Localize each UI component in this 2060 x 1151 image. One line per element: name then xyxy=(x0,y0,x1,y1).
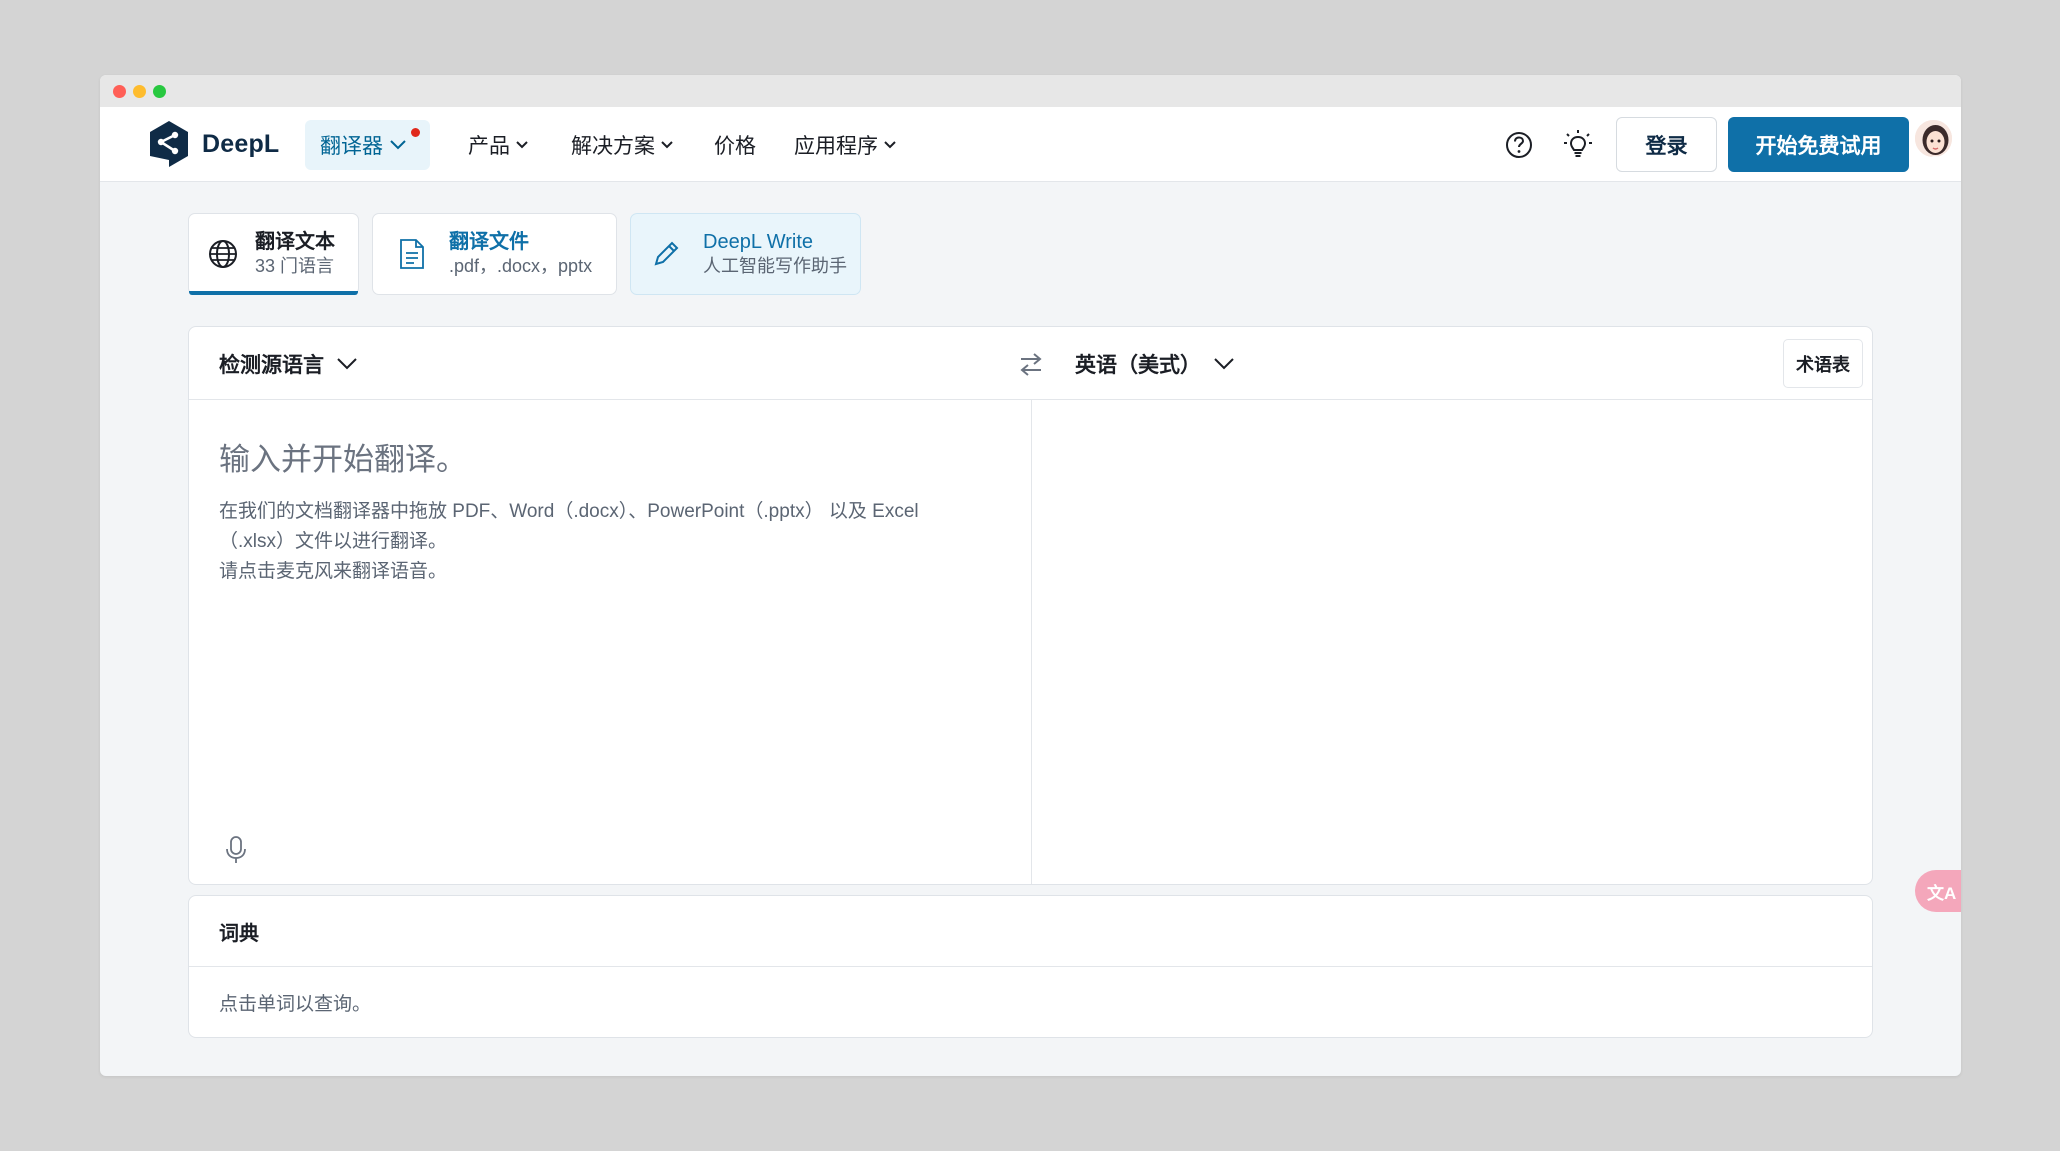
hint-line: （.xlsx）文件以进行翻译。 xyxy=(219,531,448,552)
dictionary-title: 词典 xyxy=(219,922,259,945)
source-language-select[interactable]: 检测源语言 xyxy=(219,327,358,400)
nav-item-products[interactable]: 产品 xyxy=(468,107,529,182)
chevron-down-icon xyxy=(884,140,896,148)
dictionary-hint: 点击单词以查询。 xyxy=(219,994,372,1015)
tab-translate-files-subtitle: .pdf，.docx，pptx xyxy=(449,256,593,276)
chevron-down-icon xyxy=(337,357,357,369)
window-titlebar xyxy=(100,75,1961,107)
dictionary-divider xyxy=(189,966,1872,967)
user-avatar[interactable] xyxy=(1913,118,1954,159)
glossary-button[interactable]: 术语表 xyxy=(1783,339,1863,388)
tab-translate-text-subtitle: 33 门语言 xyxy=(255,256,335,276)
chevron-down-icon xyxy=(661,140,673,148)
login-button[interactable]: 登录 xyxy=(1616,117,1717,172)
deepl-logo-icon xyxy=(150,121,188,167)
nav-item-solutions[interactable]: 解决方案 xyxy=(571,107,674,182)
chevron-down-icon xyxy=(390,140,406,150)
tab-translate-files[interactable]: 翻译文件 .pdf，.docx，pptx xyxy=(372,213,617,295)
nav-item-products-label: 产品 xyxy=(468,134,510,158)
tab-translate-text-title: 翻译文本 xyxy=(255,231,335,253)
hint-line: 在我们的文档翻译器中拖放 PDF、Word（.docx）、PowerPoint（… xyxy=(219,501,919,522)
tab-deepl-write-title: DeepL Write xyxy=(703,231,814,253)
language-bar: 检测源语言 英语（美式） 术语表 xyxy=(189,327,1872,400)
source-text-input[interactable]: 输入并开始翻译。 xyxy=(219,434,467,479)
chevron-down-icon xyxy=(516,140,528,148)
tab-deepl-write[interactable]: DeepL Write 人工智能写作助手 xyxy=(630,213,861,295)
nav-item-pricing[interactable]: 价格 xyxy=(714,107,756,182)
translator-panel: 检测源语言 英语（美式） 术语表 输入并开始翻译。 在我们的文档翻译器中拖放 P… xyxy=(188,326,1873,885)
microphone-icon[interactable] xyxy=(225,835,247,865)
nav-item-pricing-label: 价格 xyxy=(714,134,756,158)
tab-deepl-write-subtitle: 人工智能写作助手 xyxy=(703,256,847,276)
chevron-down-icon xyxy=(1214,357,1234,369)
translator-label: 翻译器 xyxy=(320,135,383,158)
globe-icon xyxy=(209,240,237,268)
translator-menu-button[interactable]: 翻译器 xyxy=(305,120,430,170)
active-tab-indicator xyxy=(189,291,358,295)
dictionary-panel: 词典 点击单词以查询。 xyxy=(188,895,1873,1038)
nav-item-apps-label: 应用程序 xyxy=(794,134,878,158)
lightbulb-icon[interactable] xyxy=(1561,128,1595,162)
nav-item-solutions-label: 解决方案 xyxy=(571,134,655,158)
logo-text: DeepL xyxy=(202,129,280,158)
nav-item-apps[interactable]: 应用程序 xyxy=(794,107,897,182)
floating-translate-button[interactable]: 文A xyxy=(1915,870,1961,912)
swap-languages-icon[interactable] xyxy=(1017,350,1045,378)
source-language-label: 检测源语言 xyxy=(219,353,324,377)
browser-window: DeepL 翻译器 产品 解决方案 价格 应用程序 登录 开始免费试用 翻译文本… xyxy=(100,75,1961,1076)
hint-line: 请点击麦克风来翻译语音。 xyxy=(219,561,448,582)
maximize-window-button[interactable] xyxy=(153,85,166,98)
document-icon xyxy=(400,239,424,269)
top-navigation-bar: DeepL 翻译器 产品 解决方案 价格 应用程序 登录 开始免费试用 xyxy=(100,107,1961,182)
avatar-image xyxy=(1915,120,1952,157)
tab-translate-text[interactable]: 翻译文本 33 门语言 xyxy=(188,213,359,295)
panel-divider xyxy=(1031,400,1032,884)
deepl-logo[interactable]: DeepL xyxy=(148,120,279,168)
help-icon[interactable] xyxy=(1503,129,1535,161)
translate-icon: 文A xyxy=(1927,883,1957,903)
tab-translate-files-title: 翻译文件 xyxy=(449,231,529,253)
notification-dot xyxy=(411,128,420,137)
target-language-select[interactable]: 英语（美式） xyxy=(1075,327,1235,400)
target-language-label: 英语（美式） xyxy=(1075,353,1201,377)
source-hint: 在我们的文档翻译器中拖放 PDF、Word（.docx）、PowerPoint（… xyxy=(219,497,999,587)
pencil-icon xyxy=(654,241,679,266)
close-window-button[interactable] xyxy=(113,85,126,98)
start-free-trial-button[interactable]: 开始免费试用 xyxy=(1728,117,1909,172)
minimize-window-button[interactable] xyxy=(133,85,146,98)
